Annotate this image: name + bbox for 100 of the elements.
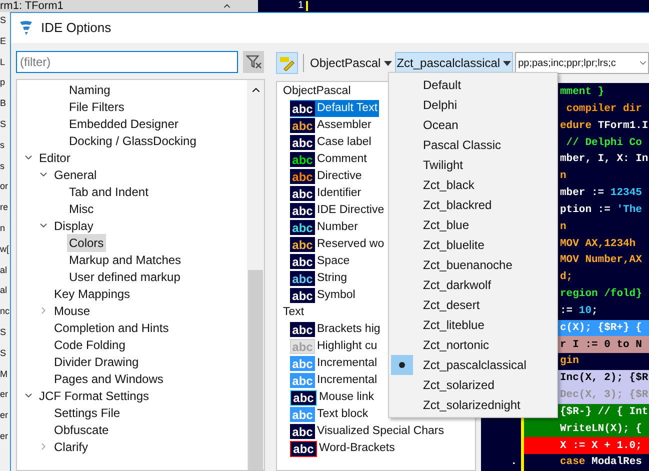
tree-item[interactable]: JCF Format Settings: [37, 386, 152, 404]
menu-item[interactable]: Zct_pascalclassical: [389, 355, 557, 375]
element-item[interactable]: abc IDE Directive: [290, 202, 386, 220]
tree-item[interactable]: Key Mappings: [52, 284, 132, 302]
tree-item[interactable]: General: [52, 166, 99, 184]
element-item[interactable]: abc Text block: [290, 406, 370, 424]
menu-item[interactable]: Zct_blue: [389, 215, 557, 235]
element-item[interactable]: abc Case label: [290, 134, 372, 152]
tree-item[interactable]: Naming: [67, 80, 112, 98]
element-item[interactable]: abc Highlight cu: [290, 338, 378, 356]
element-item[interactable]: abc Symbol: [290, 286, 356, 304]
tree-item[interactable]: Docking / GlassDocking: [67, 132, 198, 150]
tree-item[interactable]: Editor: [37, 148, 72, 166]
element-item[interactable]: abc Number: [290, 218, 359, 236]
menu-item[interactable]: Zct_blackred: [389, 195, 557, 215]
code-line: r I := 0 to N: [560, 340, 642, 350]
tree-item[interactable]: Divider Drawing: [52, 352, 141, 370]
element-item[interactable]: abc Incremental: [290, 354, 378, 372]
element-item[interactable]: abc Mouse link: [290, 388, 375, 406]
tree-item[interactable]: Code Folding: [52, 336, 128, 354]
code-line: Inc(X, 2); {$R: [560, 373, 648, 384]
tree-item[interactable]: Colors: [67, 234, 106, 252]
background-text: re: [0, 203, 10, 212]
tree-item[interactable]: Clarify: [52, 438, 90, 456]
scrollbar[interactable]: [247, 80, 264, 470]
tree-item[interactable]: Display: [52, 216, 96, 234]
menu-item[interactable]: Pascal Classic: [389, 135, 557, 155]
background-text: S: [0, 328, 8, 337]
menu-item[interactable]: Delphi: [389, 95, 557, 115]
tree-item[interactable]: Misc: [67, 200, 96, 218]
scrollbar-thumb[interactable]: [248, 270, 263, 470]
tree-item[interactable]: File Filters: [67, 98, 126, 116]
code-line: c(X); {$R+} {: [560, 322, 642, 334]
menu-item[interactable]: Twilight: [389, 155, 557, 175]
tree-item[interactable]: Tab and Indent: [67, 182, 150, 200]
element-item[interactable]: abc Brackets hig: [290, 320, 382, 338]
menu-item[interactable]: Zct_solarizednight: [389, 395, 557, 415]
tree-item[interactable]: Completion and Hints: [52, 318, 171, 336]
menu-item[interactable]: Default: [389, 75, 557, 95]
element-item[interactable]: abc Reserved wo: [290, 236, 386, 254]
language-dropdown[interactable]: ObjectPascal: [309, 52, 393, 74]
menu-item[interactable]: Zct_black: [389, 175, 557, 195]
scheme-dropdown[interactable]: Zct_pascalclassical: [394, 52, 514, 74]
menu-item[interactable]: Ocean: [389, 115, 557, 135]
group-label: ObjectPascal: [283, 84, 351, 99]
clear-filter-button[interactable]: [243, 51, 264, 73]
element-item[interactable]: abc Space: [290, 252, 351, 270]
background-text: er: [0, 390, 10, 400]
filter-field[interactable]: (filter): [16, 51, 238, 73]
menu-item[interactable]: Zct_desert: [389, 295, 557, 315]
color-swatch: abc: [290, 254, 315, 269]
element-item[interactable]: abc Identifier: [290, 184, 362, 202]
background-text: al: [0, 266, 8, 275]
background-text: n: [0, 224, 6, 233]
menu-item[interactable]: Zct_darkwolf: [389, 275, 557, 295]
color-swatch: abc: [290, 101, 315, 116]
menu-item[interactable]: Zct_bluelite: [389, 235, 557, 255]
background-text: S: [0, 348, 8, 358]
code-line: WriteLN(X); {: [560, 424, 642, 434]
extensions-combo[interactable]: pp;pas;inc;ppr;lpr;lrs;c: [515, 52, 649, 74]
background-text: p: [0, 78, 6, 88]
menu-item[interactable]: Zct_solarized: [389, 375, 557, 395]
highlighter-button[interactable]: [276, 52, 298, 74]
tree-item[interactable]: Pages and Windows: [52, 370, 166, 388]
code-line: mber, I, X: In: [560, 154, 648, 165]
tree-item[interactable]: Obfuscate: [52, 420, 111, 438]
window-title: IDE Options: [41, 19, 112, 38]
gutter-number: 1: [298, 1, 308, 11]
background-text: S: [0, 120, 8, 129]
tree-item[interactable]: User defined markup: [67, 268, 182, 286]
color-swatch: abc: [290, 390, 317, 406]
code-line: mment }: [560, 87, 604, 98]
menu-item[interactable]: Zct_nortonic: [389, 335, 557, 355]
tree-item[interactable]: Markup and Matches: [67, 250, 184, 268]
element-item[interactable]: abc Visualized Special Chars: [290, 422, 445, 440]
highlighter-icon: [279, 55, 295, 71]
code-line: n: [560, 171, 566, 182]
menu-item[interactable]: Zct_liteblue: [389, 315, 557, 335]
element-item[interactable]: abc String: [290, 270, 348, 288]
tree-item[interactable]: Mouse: [52, 302, 92, 320]
code-line: region /fold}: [560, 289, 642, 300]
color-swatch: abc: [290, 440, 317, 456]
element-item[interactable]: abc Comment: [290, 150, 368, 168]
code-line: edure TForm1.I: [560, 120, 648, 132]
element-item[interactable]: abc Default Text: [290, 100, 379, 118]
tree-item[interactable]: Settings File: [52, 404, 122, 422]
element-item[interactable]: abc Directive: [290, 168, 363, 186]
background-text: s: [0, 140, 6, 150]
code-line: // Delphi Co: [565, 138, 642, 148]
element-item[interactable]: abc Incremental: [290, 372, 378, 390]
background-text: al: [0, 286, 8, 296]
gutter-mark: .: [510, 454, 517, 470]
background-text: w[: [0, 244, 10, 254]
element-item[interactable]: abc Assembler: [290, 116, 372, 134]
color-swatch: abc: [290, 288, 315, 303]
tree-item[interactable]: Embedded Designer: [67, 114, 180, 132]
element-item[interactable]: abc Word-Brackets: [290, 440, 396, 458]
color-swatch: abc: [290, 152, 315, 167]
menu-item[interactable]: Zct_buenanoche: [389, 255, 557, 275]
form-caption: rm1: TForm1: [0, 0, 64, 12]
